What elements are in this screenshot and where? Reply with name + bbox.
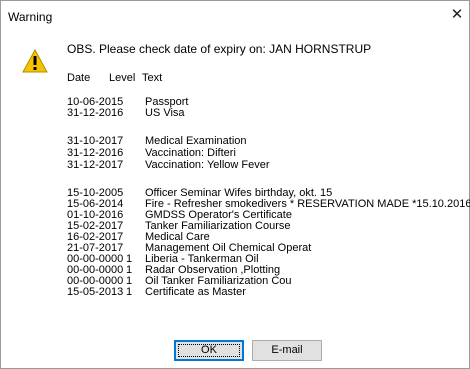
close-icon[interactable]: ✕ [449,7,465,23]
item-text: Certificate as Master [145,286,246,298]
email-button[interactable]: E-mail [252,340,322,361]
item-date: 31-12-2016 [67,107,124,119]
item-text: Vaccination: Yellow Fever [145,159,270,171]
item-text: Medical Examination [145,135,247,147]
item-level: 1 [126,286,133,298]
warning-message: OBS. Please check date of expiry on: JAN… [67,42,372,56]
warning-dialog: Warning ✕ OBS. Please check date of expi… [0,0,470,369]
email-button-label: E-mail [271,344,303,356]
item-date: 31-12-2016 [67,147,124,159]
window-title: Warning [8,10,53,24]
title-bar: Warning ✕ [1,1,469,29]
focus-rectangle [178,344,240,357]
warning-icon [22,49,48,73]
item-date: 31-12-2017 [67,159,124,171]
ok-button[interactable]: OK [174,340,244,361]
item-text: Vaccination: Difteri [145,147,236,159]
item-text: US Visa [145,107,185,119]
header-level: Level [109,72,136,84]
header-text: Text [142,72,163,84]
item-date: 15-05-2013 [67,286,124,298]
item-date: 31-10-2017 [67,135,124,147]
header-date: Date [67,72,91,84]
